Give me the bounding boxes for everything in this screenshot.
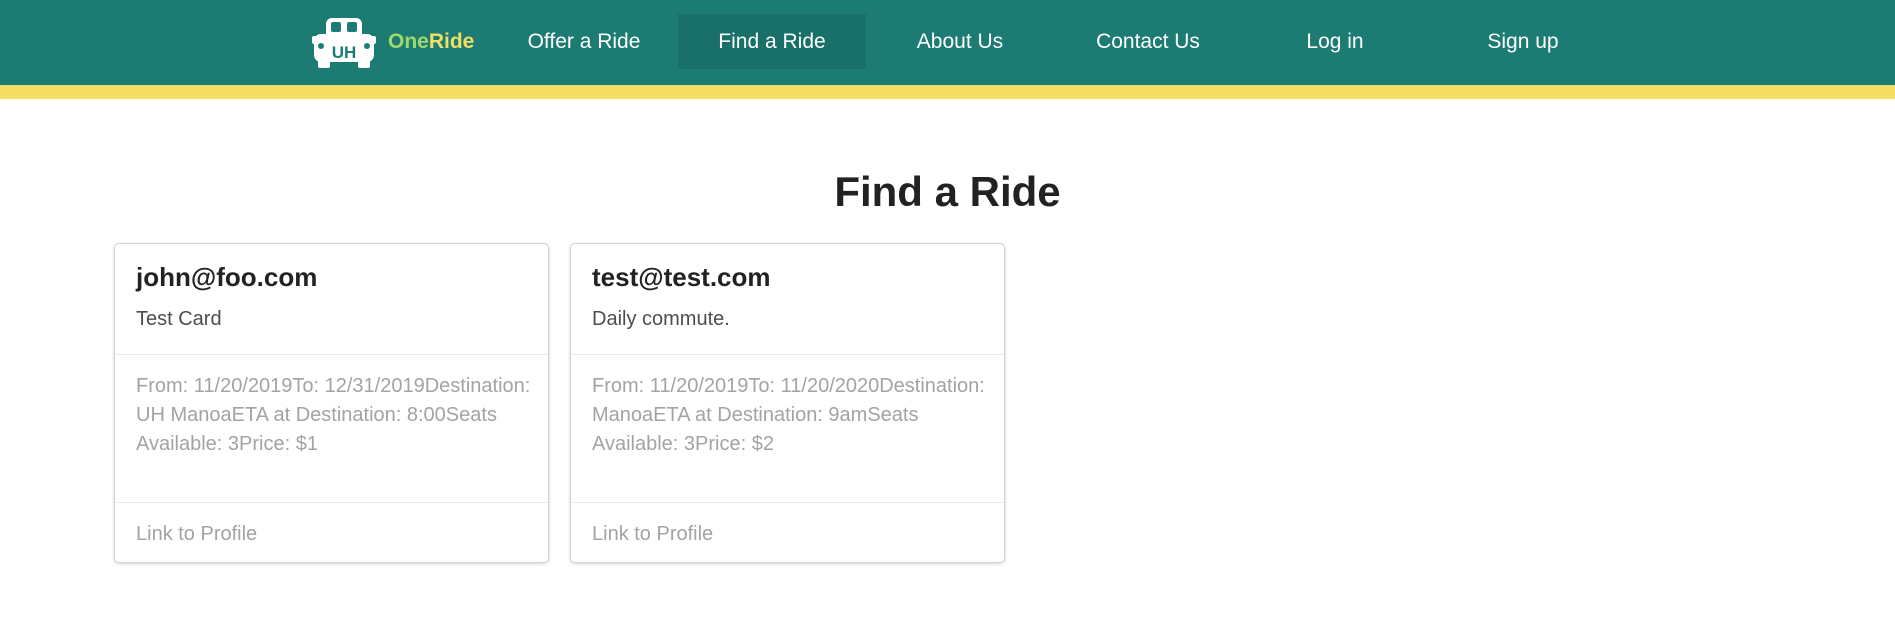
- profile-link[interactable]: Link to Profile: [136, 523, 257, 546]
- card-content: test@test.com Daily commute.: [571, 244, 1004, 354]
- card-header-email: test@test.com: [592, 262, 771, 292]
- card-description: Test Card: [136, 308, 222, 330]
- brand-name: OneRide: [388, 30, 474, 54]
- home-logo-link[interactable]: UH OneRide: [312, 16, 474, 68]
- ride-card: test@test.com Daily commute. From: 11/20…: [570, 243, 1005, 563]
- nav-sign-up[interactable]: Sign up: [1443, 14, 1603, 69]
- card-divider: [571, 502, 1004, 503]
- card-ride-details: From: 11/20/2019To: 11/20/2020Destinatio…: [592, 375, 985, 455]
- nav-log-in[interactable]: Log in: [1255, 14, 1415, 69]
- logo-badge-text: UH: [332, 43, 357, 62]
- nav-contact-us[interactable]: Contact Us: [1068, 14, 1228, 69]
- page-title: Find a Ride: [834, 168, 1061, 215]
- card-divider: [115, 502, 548, 503]
- top-navbar: UH OneRide Offer a Ride Find a Ride Abou…: [0, 0, 1895, 85]
- nav-find-a-ride[interactable]: Find a Ride: [678, 14, 866, 69]
- ride-card: john@foo.com Test Card From: 11/20/2019T…: [114, 243, 549, 563]
- nav-offer-a-ride[interactable]: Offer a Ride: [509, 14, 659, 69]
- car-icon: UH: [312, 18, 376, 68]
- card-header-email: john@foo.com: [136, 262, 318, 292]
- card-ride-details: From: 11/20/2019To: 12/31/2019Destinatio…: [136, 375, 531, 455]
- card-divider: [115, 354, 548, 355]
- brand-name-part1: One: [388, 30, 429, 53]
- navbar-accent-stripe: [0, 85, 1895, 99]
- card-divider: [571, 354, 1004, 355]
- nav-about-us[interactable]: About Us: [880, 14, 1040, 69]
- card-content: john@foo.com Test Card: [115, 244, 548, 354]
- brand-name-part2: Ride: [428, 30, 475, 53]
- profile-link[interactable]: Link to Profile: [592, 523, 713, 546]
- card-description: Daily commute.: [592, 308, 730, 330]
